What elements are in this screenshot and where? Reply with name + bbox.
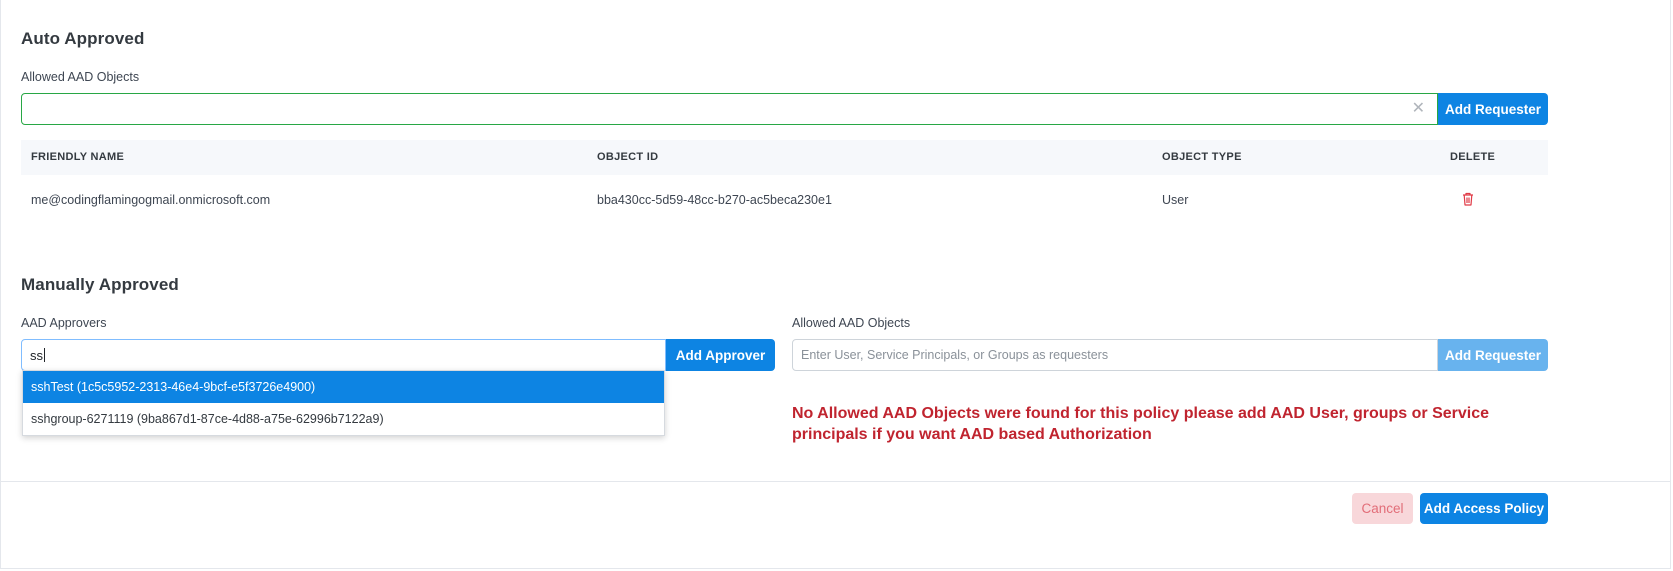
access-policy-form: Auto Approved Allowed AAD Objects ✕ Add … [0,0,1671,569]
row-friendly-name: me@codingflamingogmail.onmicrosoft.com [31,193,271,207]
auto-allowed-label: Allowed AAD Objects [21,70,140,84]
row-object-type: User [1162,193,1189,207]
auto-add-requester-button[interactable]: Add Requester [1438,93,1548,125]
auto-approved-title: Auto Approved [21,29,145,48]
approver-suggestions: sshTest (1c5c5952-2313-46e4-9bcf-e5f3726… [22,370,665,436]
text-caret [44,348,45,362]
add-approver-button[interactable]: Add Approver [666,339,775,371]
table-row: me@codingflamingogmail.onmicrosoft.com b… [21,175,1548,225]
suggestion-item[interactable]: sshTest (1c5c5952-2313-46e4-9bcf-e5f3726… [23,371,664,403]
approvers-input-value: ss [30,347,43,363]
manual-allowed-input[interactable]: Enter User, Service Principals, or Group… [792,339,1438,371]
manual-allowed-label: Allowed AAD Objects [792,316,911,330]
approvers-input[interactable]: ss [21,339,666,371]
manual-add-requester-button[interactable]: Add Requester [1438,339,1548,371]
header-friendly-name: FRIENDLY NAME [31,151,125,163]
row-object-id: bba430cc-5d59-48cc-b270-ac5beca230e1 [597,193,832,207]
manual-allowed-placeholder: Enter User, Service Principals, or Group… [801,348,1109,362]
cancel-button[interactable]: Cancel [1352,493,1413,524]
header-delete: DELETE [1450,151,1496,163]
manually-approved-title: Manually Approved [21,275,179,294]
suggestion-item[interactable]: sshgroup-6271119 (9ba867d1-87ce-4d88-a75… [23,403,664,435]
no-objects-error: No Allowed AAD Objects were found for th… [792,405,1490,443]
add-access-policy-button[interactable]: Add Access Policy [1420,493,1548,524]
footer-divider [1,481,1670,482]
approvers-label: AAD Approvers [21,316,107,330]
trash-icon[interactable] [1462,192,1474,211]
header-object-type: OBJECT TYPE [1162,151,1242,163]
objects-table-header: FRIENDLY NAME OBJECT ID OBJECT TYPE DELE… [21,140,1548,175]
header-object-id: OBJECT ID [597,151,659,163]
clear-icon[interactable]: ✕ [1412,101,1425,117]
auto-allowed-input[interactable]: ✕ [21,93,1438,125]
